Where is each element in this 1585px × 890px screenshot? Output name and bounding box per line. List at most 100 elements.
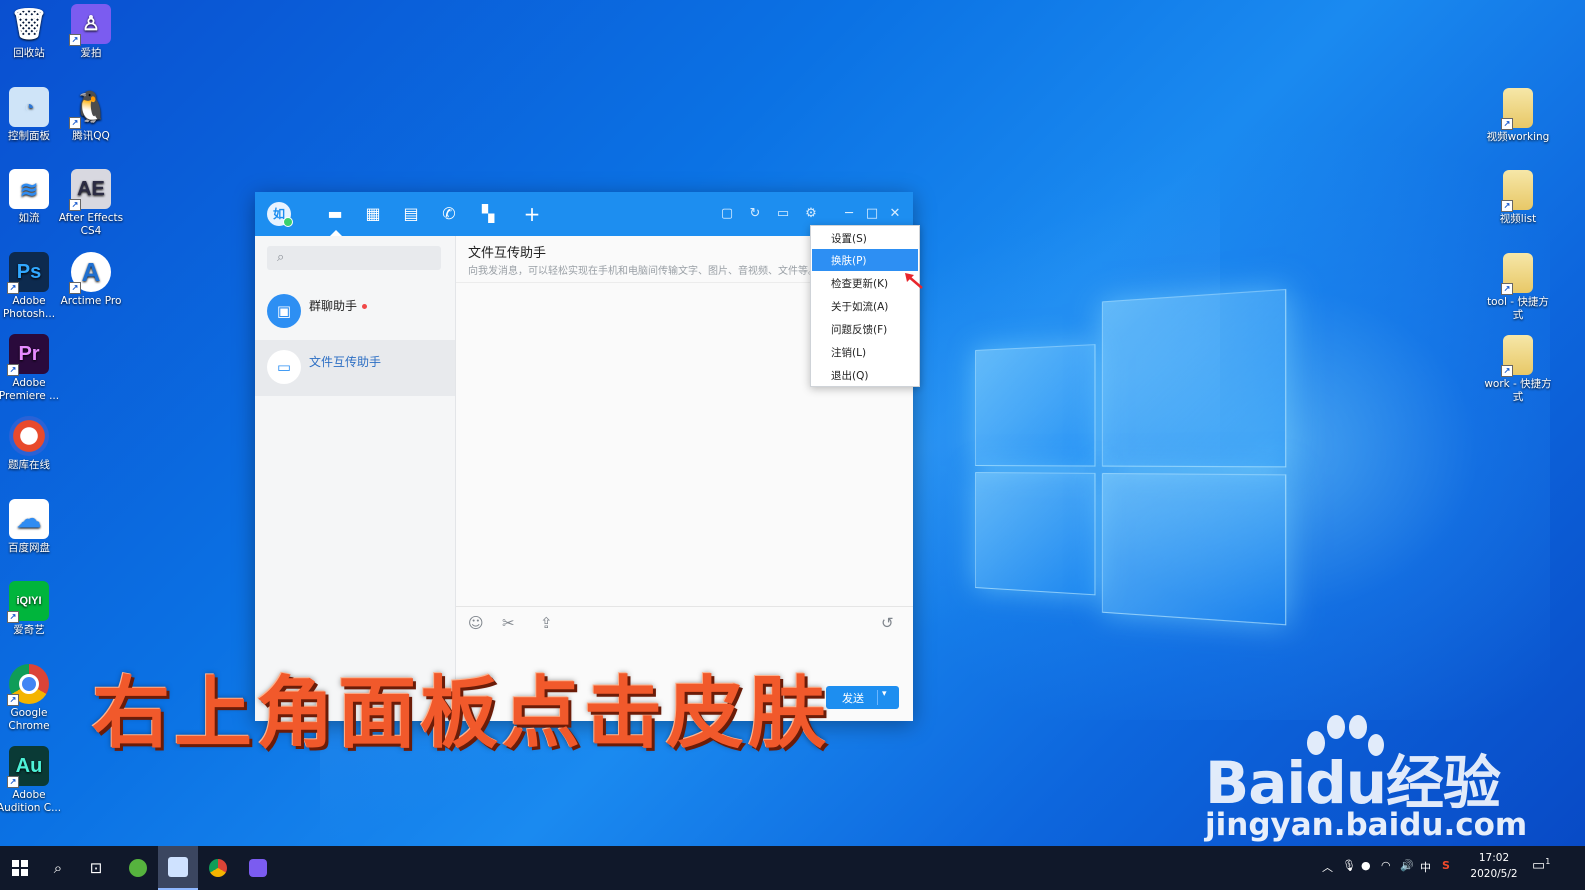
online-status-dot bbox=[283, 217, 293, 227]
calendar-tab-icon[interactable]: ▦ bbox=[364, 205, 382, 223]
desktop-icon-video-list[interactable]: ↗ 视频list bbox=[1483, 170, 1553, 226]
desktop-icon-work-shortcut[interactable]: ↗ work - 快捷方式 bbox=[1483, 335, 1553, 404]
desktop-icon-video-working[interactable]: ↗ 视频working bbox=[1483, 88, 1553, 144]
add-icon[interactable]: + bbox=[523, 204, 541, 224]
microphone-icon[interactable]: 🎙 bbox=[1342, 859, 1356, 872]
taskbar-app-green-icon[interactable] bbox=[118, 846, 158, 890]
upload-file-icon[interactable]: ⇪ bbox=[540, 614, 553, 632]
emoji-icon[interactable]: ☺ bbox=[468, 614, 484, 632]
user-avatar[interactable]: 如 bbox=[267, 202, 293, 227]
sogou-input-icon[interactable]: S bbox=[1442, 859, 1450, 872]
red-pointer-arrow-icon bbox=[905, 273, 923, 289]
desktop-icon-chrome[interactable]: ↗ Google Chrome bbox=[0, 664, 64, 733]
close-icon[interactable]: ✕ bbox=[886, 205, 904, 223]
tiku-icon bbox=[9, 416, 49, 456]
control-panel-icon: ◔ bbox=[9, 87, 49, 127]
contacts-tab-icon[interactable]: ▤ bbox=[402, 205, 420, 223]
premiere-icon: Pr ↗ bbox=[7, 334, 49, 376]
phone-tab-icon[interactable]: ✆ bbox=[440, 205, 458, 223]
desktop-icon-ruliu[interactable]: ≋ 如流 bbox=[0, 169, 64, 225]
tray-chevron-up-icon[interactable]: ︿ bbox=[1322, 859, 1333, 875]
desktop-icon-tiku[interactable]: 题库在线 bbox=[0, 416, 64, 472]
chrome-icon: ↗ bbox=[7, 664, 49, 706]
windows-taskbar: ⌕ ⊡ ︿ 🎙 ● ◠ 🔊 中 S 17:02 2020/5/2 ▭1 bbox=[0, 846, 1585, 890]
menu-item-check-update[interactable]: 检查更新(K) bbox=[812, 272, 918, 294]
notification-count: 1 bbox=[1545, 857, 1551, 866]
arctime-icon: A ↗ bbox=[69, 252, 111, 294]
folder-icon: ↗ bbox=[1501, 253, 1533, 295]
history-icon[interactable]: ↺ bbox=[881, 614, 894, 632]
maximize-icon[interactable]: □ bbox=[863, 205, 881, 223]
scissors-screenshot-icon[interactable]: ✂ bbox=[502, 614, 515, 632]
ime-indicator[interactable]: 中 bbox=[1420, 859, 1431, 875]
folder-icon: ↗ bbox=[1501, 88, 1533, 130]
qq-penguin-icon: 🐧 ↗ bbox=[69, 87, 111, 129]
menu-item-settings[interactable]: 设置(S) bbox=[812, 227, 918, 249]
conversation-item-selected[interactable]: ▭ 文件互传助手 bbox=[255, 340, 455, 396]
network-icon[interactable]: ◠ bbox=[1381, 859, 1391, 872]
group-assistant-avatar: ▣ bbox=[267, 294, 301, 328]
desktop-icon-photoshop[interactable]: Ps ↗ Adobe Photosh... bbox=[0, 252, 64, 321]
desktop-icon-iqiyi[interactable]: iQIYI ↗ 爱奇艺 bbox=[0, 581, 64, 637]
windows-start-icon bbox=[12, 860, 28, 876]
desktop-icon-after-effects[interactable]: AE ↗ After Effects CS4 bbox=[56, 169, 126, 238]
baidu-netdisk-icon: ☁ bbox=[9, 499, 49, 539]
search-icon: ⌕ bbox=[277, 250, 285, 265]
messages-tab-icon[interactable]: ▬ bbox=[326, 205, 344, 223]
task-view-icon[interactable]: ⊡ bbox=[76, 846, 116, 890]
send-button[interactable]: 发送 ▾ bbox=[826, 686, 899, 709]
clock-date: 2020/5/2 bbox=[1470, 868, 1518, 880]
chat-title: 文件互传助手 bbox=[468, 246, 547, 261]
folder-icon: ↗ bbox=[1501, 335, 1533, 377]
menu-item-exit[interactable]: 退出(Q) bbox=[812, 364, 918, 386]
folder-icon: ↗ bbox=[1501, 170, 1533, 212]
conversation-name: 文件互传助手 bbox=[309, 355, 382, 369]
ruliu-icon: ≋ bbox=[9, 169, 49, 209]
desktop-icon-audition[interactable]: Au ↗ Adobe Audition C... bbox=[0, 746, 64, 815]
volume-icon[interactable]: 🔊 bbox=[1400, 859, 1414, 872]
aipai-icon: ♙ ↗ bbox=[69, 4, 111, 46]
after-effects-icon: AE ↗ bbox=[69, 169, 111, 211]
taskbar-ruliu-icon[interactable] bbox=[158, 846, 198, 890]
chat-subtitle: 向我发消息，可以轻松实现在手机和电脑间传输文字、图片、音视频、文件等。 bbox=[468, 266, 818, 277]
folder-icon[interactable]: ▭ bbox=[774, 205, 792, 223]
taskbar-aipai-icon[interactable] bbox=[238, 846, 278, 890]
conversation-sidebar: ⌕ ▣ 群聊助手 ▭ 文件互传助手 bbox=[255, 236, 456, 721]
menu-item-logout[interactable]: 注销(L) bbox=[812, 341, 918, 363]
desktop-icon-qq[interactable]: 🐧 ↗ 腾讯QQ bbox=[56, 87, 126, 143]
conversation-item[interactable]: ▣ 群聊助手 bbox=[255, 284, 455, 340]
clock-time: 17:02 bbox=[1478, 852, 1510, 864]
chevron-down-icon[interactable]: ▾ bbox=[882, 689, 887, 699]
unread-dot bbox=[362, 304, 368, 309]
desktop-icon-recycle-bin[interactable]: 🗑 回收站 bbox=[0, 4, 64, 60]
action-center-icon[interactable]: ▭1 bbox=[1532, 857, 1550, 874]
desktop-icon-arctime[interactable]: A ↗ Arctime Pro bbox=[56, 252, 126, 308]
photoshop-icon: Ps ↗ bbox=[7, 252, 49, 294]
audition-icon: Au ↗ bbox=[7, 746, 49, 788]
screenshot-icon[interactable]: ▢ bbox=[718, 205, 736, 223]
system-clock[interactable]: 17:02 2020/5/2 bbox=[1466, 850, 1522, 882]
compose-divider bbox=[456, 606, 913, 607]
apps-tab-icon[interactable]: ▚ bbox=[479, 205, 497, 223]
search-input[interactable]: ⌕ bbox=[267, 246, 441, 270]
recycle-bin-icon: 🗑 bbox=[9, 7, 49, 41]
settings-gear-icon[interactable]: ⚙ bbox=[802, 205, 820, 223]
windows-logo bbox=[975, 288, 1287, 626]
menu-item-about[interactable]: 关于如流(A) bbox=[812, 295, 918, 317]
start-button[interactable] bbox=[0, 846, 40, 890]
desktop-icon-baidu-netdisk[interactable]: ☁ 百度网盘 bbox=[0, 499, 64, 555]
menu-item-skin[interactable]: 换肤(P) bbox=[812, 249, 918, 271]
minimize-icon[interactable]: ─ bbox=[840, 205, 858, 223]
desktop-icon-aipai[interactable]: ♙ ↗ 爱拍 bbox=[56, 4, 126, 60]
desktop-icon-premiere[interactable]: Pr ↗ Adobe Premiere ... bbox=[0, 334, 64, 403]
settings-dropdown-menu: 设置(S) 换肤(P) 检查更新(K) 关于如流(A) 问题反馈(F) 注销(L… bbox=[810, 225, 920, 387]
conversation-name: 群聊助手 bbox=[309, 299, 358, 313]
search-icon[interactable]: ⌕ bbox=[38, 846, 78, 890]
desktop-icon-control-panel[interactable]: ◔ 控制面板 bbox=[0, 87, 64, 143]
menu-item-feedback[interactable]: 问题反馈(F) bbox=[812, 318, 918, 340]
tray-app-icon[interactable]: ● bbox=[1361, 859, 1371, 872]
taskbar-chrome-icon[interactable] bbox=[198, 846, 238, 890]
history-icon[interactable]: ↻ bbox=[746, 205, 764, 223]
file-transfer-avatar: ▭ bbox=[267, 350, 301, 384]
desktop-icon-tool-shortcut[interactable]: ↗ tool - 快捷方式 bbox=[1483, 253, 1553, 322]
